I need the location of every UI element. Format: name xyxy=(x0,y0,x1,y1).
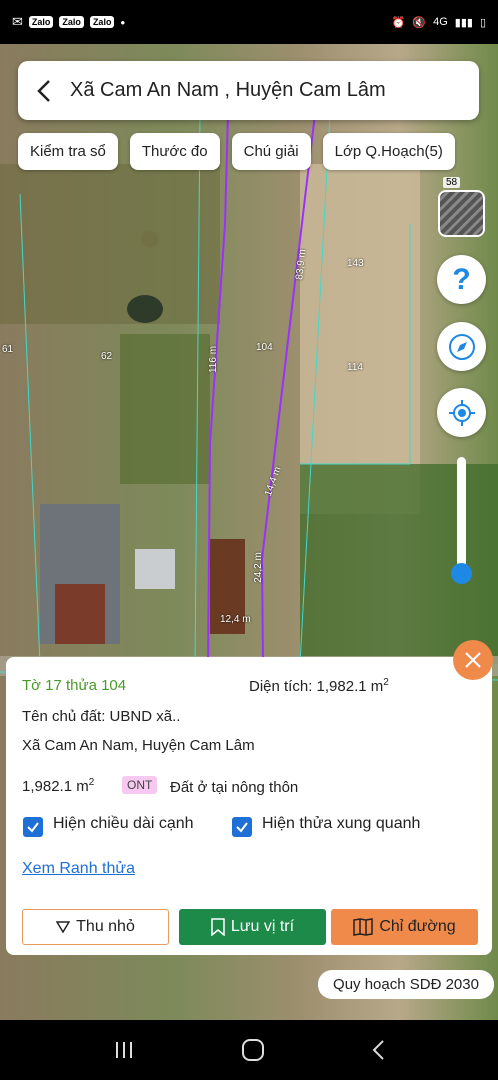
chevron-left-icon xyxy=(37,79,50,102)
location-header: Xã Cam An Nam , Huyện Cam Lâm xyxy=(18,61,479,120)
zalo-icon: Zalo xyxy=(59,16,84,28)
signal-icon: ▮▮▮ xyxy=(454,16,473,29)
show-edge-length-label: Hiện chiều dài cạnh xyxy=(53,815,194,832)
parcel-label: 143 xyxy=(347,258,364,269)
alarm-icon: ⏰ xyxy=(391,16,406,29)
crosshair-icon xyxy=(448,399,475,426)
locate-me-button[interactable] xyxy=(437,388,486,437)
map-type-toggle[interactable] xyxy=(438,190,485,237)
view-boundary-link[interactable]: Xem Ranh thửa xyxy=(22,860,135,878)
status-bar: ✉ Zalo Zalo Zalo • ⏰ 🔇 4G ▮▮▮ ▯ xyxy=(0,0,498,44)
building-small xyxy=(135,549,175,589)
compass-icon xyxy=(448,333,475,360)
notification-icons: ✉ Zalo Zalo Zalo • xyxy=(12,14,125,30)
parcel-label: 114 xyxy=(347,362,363,373)
save-location-label: Lưu vị trí xyxy=(230,918,295,935)
show-edge-length-checkbox[interactable] xyxy=(23,817,43,837)
checkmark-icon xyxy=(236,822,248,833)
area-label: Diện tích: 1,982.1 m2 xyxy=(249,677,389,695)
back-button[interactable] xyxy=(18,61,70,120)
home-icon[interactable] xyxy=(241,1038,265,1062)
show-neighbors-checkbox[interactable] xyxy=(232,817,252,837)
close-icon xyxy=(465,652,481,668)
opacity-slider-handle[interactable] xyxy=(451,563,472,584)
compass-button[interactable] xyxy=(437,322,486,371)
dot-icon: • xyxy=(120,14,126,30)
layer-count-badge: 58 xyxy=(443,177,461,188)
area-value: 1,982.1 m2 xyxy=(22,777,95,795)
shrink-button[interactable]: Thu nhỏ xyxy=(22,909,169,945)
network-label: 4G xyxy=(433,16,448,28)
close-button[interactable] xyxy=(453,640,493,680)
land-use-text: Đất ở tại nông thôn xyxy=(170,779,299,796)
parcel-label: 62 xyxy=(101,351,113,362)
show-neighbors-label: Hiện thửa xung quanh xyxy=(262,815,421,832)
land-code-badge: ONT xyxy=(122,776,158,794)
zalo-icon: Zalo xyxy=(28,16,54,28)
building-roof-red xyxy=(55,584,105,644)
ruler-button[interactable]: Thước đo xyxy=(129,133,220,170)
save-location-button[interactable]: Lưu vị trí xyxy=(179,909,326,945)
directions-button[interactable]: Chỉ đường xyxy=(331,909,478,945)
messenger-icon: ✉ xyxy=(12,14,23,29)
bookmark-icon xyxy=(211,918,225,936)
checkmark-icon xyxy=(27,822,39,833)
edge-length-label: 12,4 m xyxy=(220,614,251,625)
orchard-area xyxy=(0,164,220,324)
map-icon xyxy=(353,918,374,936)
owner-text: Tên chủ đất: UBND xã.. xyxy=(22,708,181,725)
pond xyxy=(127,295,163,323)
legend-button[interactable]: Chú giải xyxy=(231,133,311,170)
system-nav-bar xyxy=(0,1020,498,1080)
battery-icon: ▯ xyxy=(479,16,486,29)
shrink-label: Thu nhỏ xyxy=(76,918,135,935)
parcel-info-card: Tờ 17 thửa 104 Diện tích: 1,982.1 m2 Tên… xyxy=(6,657,492,955)
mute-icon: 🔇 xyxy=(412,16,427,29)
triangle-down-icon xyxy=(56,921,71,933)
back-nav-icon[interactable] xyxy=(371,1039,385,1061)
question-icon: ? xyxy=(452,262,471,296)
planning-layer-pill[interactable]: Quy hoạch SDĐ 2030 xyxy=(318,970,494,999)
map-toolbar: Kiểm tra sổ Thước đo Chú giải Lớp Q.Hoạc… xyxy=(18,133,455,170)
page-title: Xã Cam An Nam , Huyện Cam Lâm xyxy=(70,79,386,101)
system-icons: ⏰ 🔇 4G ▮▮▮ ▯ xyxy=(392,16,486,29)
check-book-button[interactable]: Kiểm tra sổ xyxy=(18,133,118,170)
location-text: Xã Cam An Nam, Huyện Cam Lâm xyxy=(22,737,255,754)
parcel-id: Tờ 17 thửa 104 xyxy=(22,677,127,694)
edge-length-label: 116 m xyxy=(208,345,220,374)
directions-label: Chỉ đường xyxy=(379,918,456,935)
help-button[interactable]: ? xyxy=(437,255,486,304)
parcel-label: 104 xyxy=(256,342,273,353)
edge-length-label: 24,2 m xyxy=(252,552,264,583)
tree-area xyxy=(300,464,498,664)
parcel-label: 61 xyxy=(2,344,14,355)
zalo-icon: Zalo xyxy=(89,16,115,28)
planning-layer-button[interactable]: Lớp Q.Hoạch(5) xyxy=(322,133,455,170)
recents-icon[interactable] xyxy=(113,1040,135,1060)
